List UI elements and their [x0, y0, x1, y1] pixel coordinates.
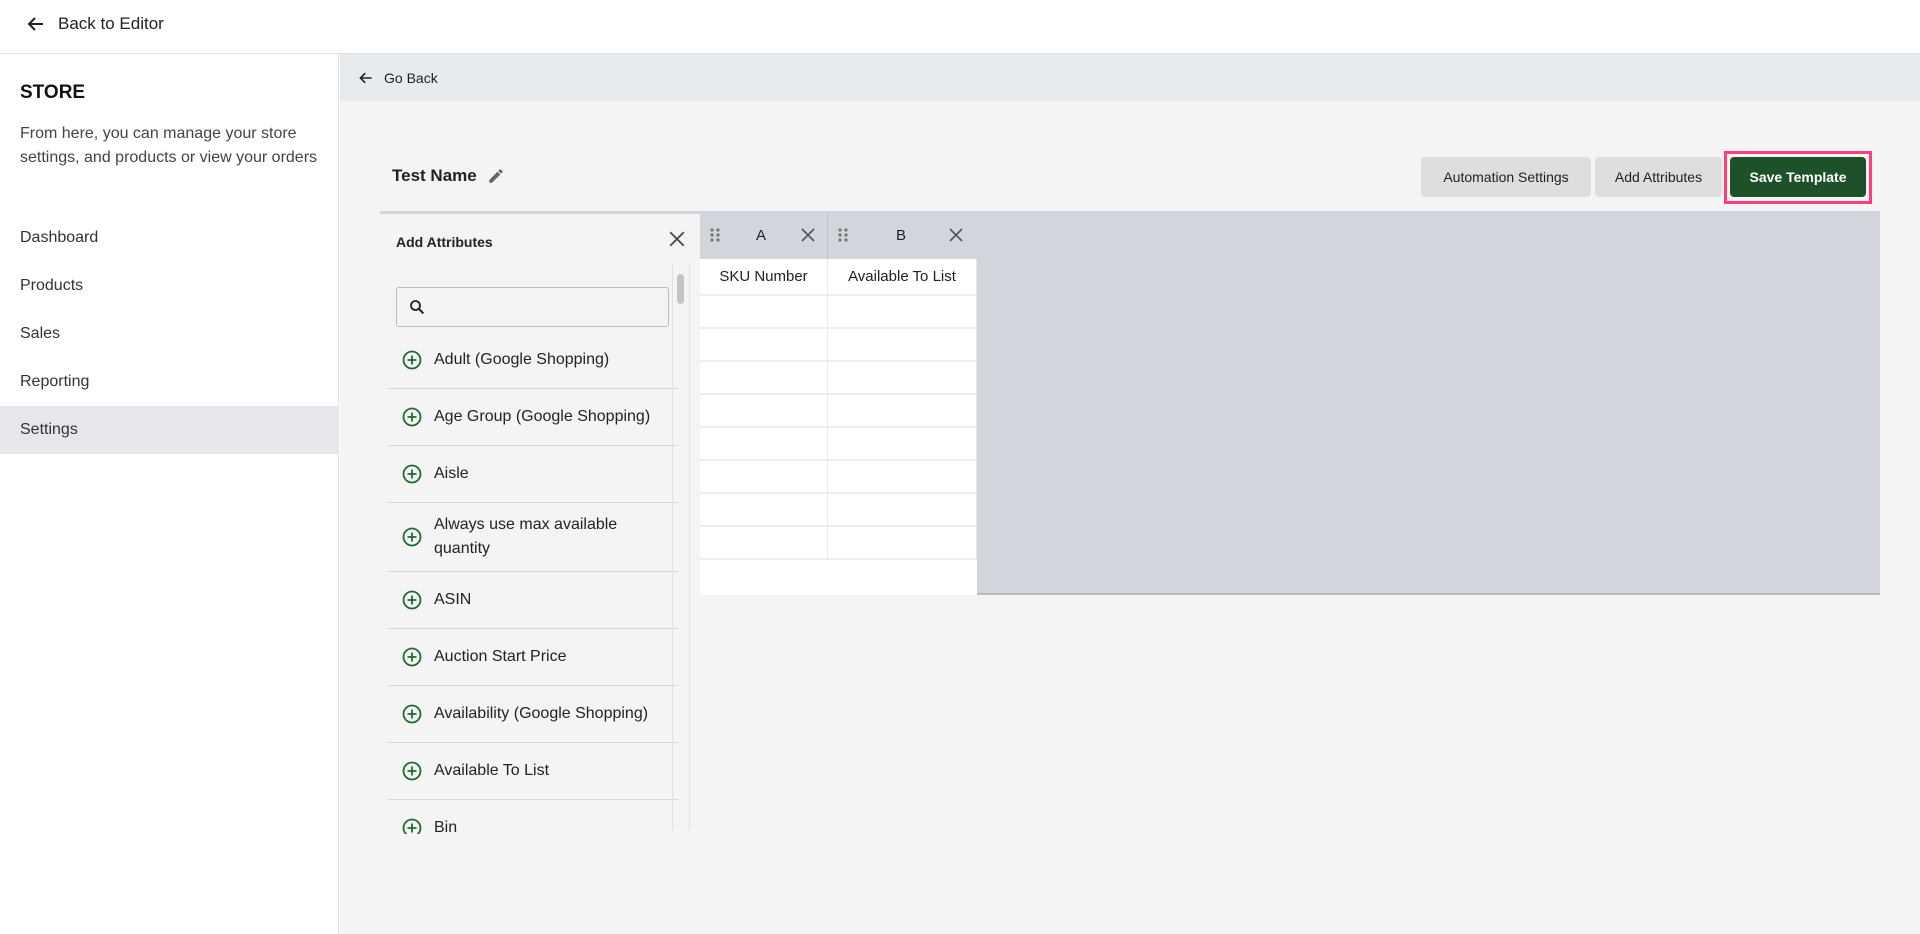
column-letter: A — [756, 226, 767, 244]
attribute-item[interactable]: Bin — [388, 800, 678, 834]
plus-circle-icon[interactable] — [402, 704, 422, 724]
attribute-label: Always use max available quantity — [434, 516, 618, 557]
attribute-list: Adult (Google Shopping) Age Group (Google… — [388, 332, 678, 834]
store-description: From here, you can manage your store set… — [20, 125, 318, 166]
attribute-label: Bin — [434, 819, 458, 834]
panel-title: Add Attributes — [396, 234, 493, 250]
go-back-bar: Go Back — [340, 54, 1920, 101]
attribute-item[interactable]: ASIN — [388, 572, 678, 629]
grid-cell[interactable] — [828, 395, 977, 428]
sidebar-item-dashboard[interactable]: Dashboard — [0, 214, 338, 262]
attribute-item[interactable]: Availability (Google Shopping) — [388, 686, 678, 743]
attribute-item[interactable]: Auction Start Price — [388, 629, 678, 686]
grid-cell[interactable] — [828, 494, 977, 527]
template-grid: A B SKU Number Available To List — [700, 211, 977, 595]
grid-cell[interactable] — [700, 329, 828, 362]
attribute-label: Availability (Google Shopping) — [434, 705, 649, 722]
column-letter: B — [896, 226, 907, 244]
back-to-editor-label: Back to Editor — [58, 14, 164, 33]
automation-settings-button[interactable]: Automation Settings — [1421, 157, 1591, 197]
close-icon[interactable] — [948, 227, 964, 243]
grid-cell[interactable] — [828, 428, 977, 461]
column-name-b[interactable]: Available To List — [828, 259, 977, 296]
attribute-label: Auction Start Price — [434, 648, 567, 665]
add-attributes-button[interactable]: Add Attributes — [1595, 157, 1722, 197]
attribute-item[interactable]: Available To List — [388, 743, 678, 800]
attribute-label: Available To List — [434, 762, 550, 779]
grid-cell[interactable] — [700, 461, 828, 494]
arrow-left-icon — [27, 17, 43, 31]
drag-handle-icon[interactable] — [838, 227, 848, 243]
add-attributes-panel: Add Attributes Adult (Google Shopping) Ag… — [380, 211, 700, 834]
column-name-a[interactable]: SKU Number — [700, 259, 828, 296]
attribute-item[interactable]: Age Group (Google Shopping) — [388, 389, 678, 446]
grid-cell[interactable] — [828, 329, 977, 362]
template-name-label: Test Name — [392, 166, 477, 185]
sidebar-item-sales[interactable]: Sales — [0, 310, 338, 358]
attribute-search-input[interactable] — [396, 287, 669, 327]
attribute-label: Adult (Google Shopping) — [434, 351, 610, 368]
grid-cell[interactable] — [828, 527, 977, 560]
column-header-a[interactable]: A — [700, 211, 828, 259]
grid-cell[interactable] — [700, 494, 828, 527]
store-title: STORE — [20, 82, 86, 103]
grid-cell[interactable] — [700, 296, 828, 329]
pencil-icon[interactable] — [487, 167, 505, 185]
plus-circle-icon[interactable] — [402, 350, 422, 370]
scrollbar-thumb[interactable] — [677, 274, 684, 304]
attribute-item[interactable]: Always use max available quantity — [388, 503, 678, 572]
attribute-label: Age Group (Google Shopping) — [434, 408, 651, 425]
plus-circle-icon[interactable] — [402, 527, 422, 547]
grid-cell[interactable] — [700, 362, 828, 395]
grid-cell[interactable] — [700, 428, 828, 461]
sidebar-item-settings[interactable]: Settings — [0, 406, 338, 454]
attribute-item[interactable]: Aisle — [388, 446, 678, 503]
save-template-button[interactable]: Save Template — [1730, 157, 1866, 197]
plus-circle-icon[interactable] — [402, 647, 422, 667]
grid-cell[interactable] — [828, 461, 977, 494]
sidebar-item-reporting[interactable]: Reporting — [0, 358, 338, 406]
attribute-label: ASIN — [434, 591, 472, 608]
top-bar: Back to Editor — [0, 0, 1920, 54]
grid-cell[interactable] — [828, 296, 977, 329]
plus-circle-icon[interactable] — [402, 761, 422, 781]
back-to-editor-link[interactable]: Back to Editor — [26, 14, 164, 34]
template-name: Test Name — [392, 166, 505, 186]
drag-handle-icon[interactable] — [710, 227, 720, 243]
attribute-item[interactable]: Adult (Google Shopping) — [388, 332, 678, 389]
close-icon[interactable] — [668, 230, 686, 248]
plus-circle-icon[interactable] — [402, 818, 422, 834]
sidebar-item-products[interactable]: Products — [0, 262, 338, 310]
search-icon — [410, 300, 425, 315]
plus-circle-icon[interactable] — [402, 590, 422, 610]
attribute-label: Aisle — [434, 465, 469, 482]
grid-cell[interactable] — [700, 527, 828, 560]
arrow-left-icon[interactable] — [358, 70, 374, 86]
main-content: Go Back Test Name Automation Settings Ad… — [340, 54, 1920, 934]
sidebar: STORE From here, you can manage your sto… — [0, 54, 339, 934]
close-icon[interactable] — [800, 227, 816, 243]
grid-cell[interactable] — [828, 362, 977, 395]
grid-cell[interactable] — [700, 395, 828, 428]
go-back-link[interactable]: Go Back — [384, 70, 438, 86]
column-header-b[interactable]: B — [828, 211, 977, 259]
plus-circle-icon[interactable] — [402, 464, 422, 484]
plus-circle-icon[interactable] — [402, 407, 422, 427]
